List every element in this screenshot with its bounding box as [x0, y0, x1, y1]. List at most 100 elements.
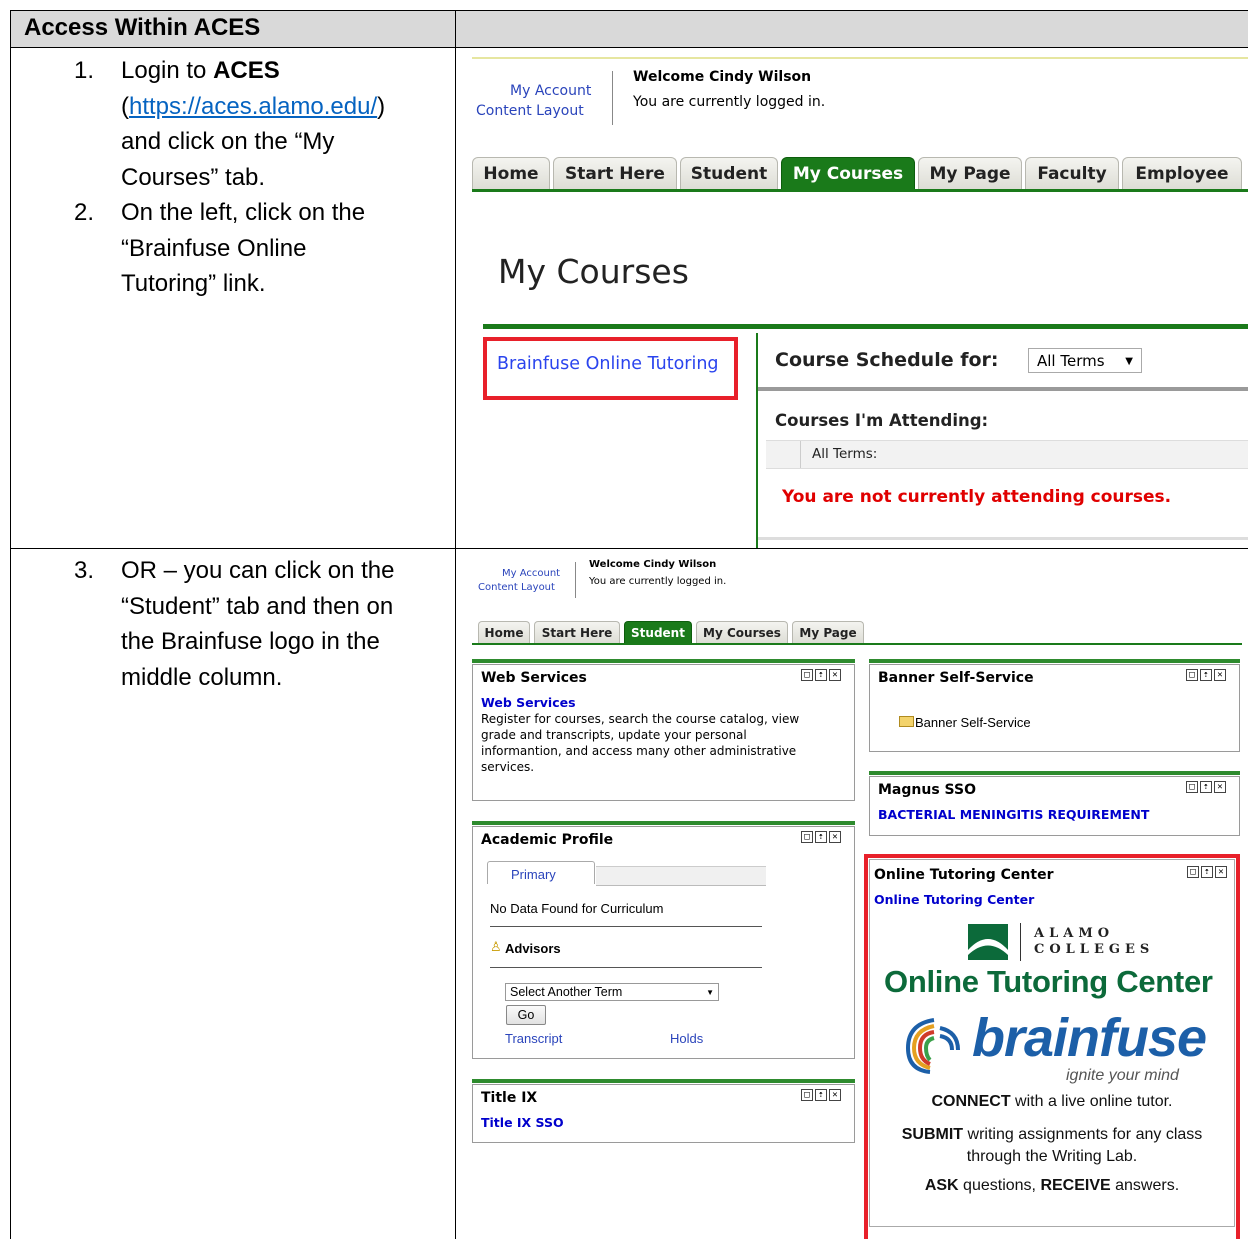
terms-select-value: All Terms	[1037, 352, 1105, 370]
close-icon[interactable]: ✕	[829, 669, 841, 681]
tab-faculty[interactable]: Faculty	[1025, 157, 1119, 191]
left-column-divider	[756, 333, 758, 548]
close-icon[interactable]: ✕	[1214, 669, 1226, 681]
receive-bold: RECEIVE	[1040, 1177, 1111, 1194]
step-text: Tutoring” link.	[121, 270, 266, 297]
all-terms-row-divider	[800, 441, 801, 468]
title-ix-sso-link[interactable]: Title IX SSO	[481, 1115, 564, 1130]
banner-title: Banner Self-Service	[878, 670, 1034, 686]
minimize-icon[interactable]: □	[1187, 866, 1199, 878]
close-icon[interactable]: ✕	[829, 1089, 841, 1101]
shot1-top-rule	[472, 57, 1248, 59]
meningitis-link[interactable]: BACTERIAL MENINGITIS REQUIREMENT	[878, 807, 1149, 822]
ask-bold: ASK	[924, 1177, 959, 1194]
step-text: “Brainfuse Online	[121, 234, 307, 262]
welcome-text: Welcome Cindy Wilson	[633, 69, 812, 85]
tab-primary[interactable]: Primary	[487, 861, 595, 884]
portlet-controls[interactable]: □ ⇡ ✕	[801, 831, 843, 843]
my-account-link[interactable]: My Account	[510, 83, 591, 99]
welcome-text-2: Welcome Cindy Wilson	[589, 559, 717, 570]
logged-in-text: You are currently logged in.	[633, 94, 826, 110]
brainfuse-wordmark[interactable]: brainfuse	[972, 1008, 1207, 1068]
advisors-label: Advisors	[505, 941, 561, 956]
aces-link[interactable]: https://aces.alamo.edu/	[129, 93, 377, 120]
transcript-link[interactable]: Transcript	[505, 1031, 562, 1046]
minimize-icon[interactable]: □	[1186, 781, 1198, 793]
ask-text: questions,	[958, 1177, 1041, 1194]
maximize-icon[interactable]: ⇡	[815, 831, 827, 843]
minimize-icon[interactable]: □	[801, 669, 813, 681]
tab-student[interactable]: Student	[680, 157, 778, 191]
no-data-text: No Data Found for Curriculum	[490, 901, 664, 916]
close-icon[interactable]: ✕	[829, 831, 841, 843]
portlet-controls[interactable]: □ ⇡ ✕	[1186, 669, 1228, 681]
close-icon[interactable]: ✕	[1215, 866, 1227, 878]
portlet-controls[interactable]: □ ⇡ ✕	[1187, 866, 1229, 878]
content-rule	[483, 324, 1248, 329]
courses-attending-label: Courses I'm Attending:	[775, 411, 989, 430]
content-layout-link-2[interactable]: Content Layout	[478, 582, 555, 593]
maximize-icon[interactable]: ⇡	[1200, 669, 1212, 681]
portlet-controls[interactable]: □ ⇡ ✕	[801, 1089, 843, 1101]
step-text: Courses” tab.	[121, 163, 266, 191]
connect-line: CONNECT with a live online tutor.	[870, 1093, 1234, 1111]
tab-my-page[interactable]: My Page	[918, 157, 1022, 191]
receive-text: answers.	[1110, 1177, 1180, 1194]
academic-profile-title: Academic Profile	[481, 832, 614, 848]
maximize-icon[interactable]: ⇡	[1201, 866, 1213, 878]
connect-text: with a live online tutor.	[1010, 1093, 1173, 1110]
advisor-icon: ♙	[490, 940, 502, 955]
desc-line: grade and transcripts, update your perso…	[481, 728, 747, 742]
minimize-icon[interactable]: □	[801, 831, 813, 843]
ask-line: ASK questions, RECEIVE answers.	[870, 1177, 1234, 1195]
brainfuse-head-icon[interactable]	[900, 1010, 966, 1080]
chevron-down-icon: ▼	[1125, 356, 1133, 367]
desc-line: services.	[481, 760, 535, 774]
tab-employee[interactable]: Employee	[1122, 157, 1242, 191]
term-select[interactable]: Select Another Term ▼	[505, 983, 719, 1001]
title-ix-title: Title IX	[481, 1090, 538, 1106]
online-tutoring-heading[interactable]: Online Tutoring Center	[884, 964, 1213, 1000]
maximize-icon[interactable]: ⇡	[1200, 781, 1212, 793]
my-account-link-2[interactable]: My Account	[502, 568, 560, 579]
step-number: 1.	[74, 57, 95, 84]
step-text: “Student” tab and then on	[121, 592, 394, 620]
close-icon[interactable]: ✕	[1214, 781, 1226, 793]
go-button[interactable]: Go	[506, 1005, 546, 1025]
tab-start-here-2[interactable]: Start Here	[534, 621, 620, 644]
terms-select[interactable]: All Terms ▼	[1028, 348, 1142, 373]
table-border-left	[10, 10, 11, 1239]
minimize-icon[interactable]: □	[801, 1089, 813, 1101]
table-border-top	[10, 10, 1248, 11]
step-text: and click on the “My	[121, 128, 335, 155]
banner-self-service-link[interactable]: Banner Self-Service	[915, 715, 1031, 730]
maximize-icon[interactable]: ⇡	[815, 1089, 827, 1101]
content-layout-link[interactable]: Content Layout	[476, 103, 584, 119]
tab-home[interactable]: Home	[472, 157, 550, 191]
tab-home-2[interactable]: Home	[478, 621, 530, 644]
step-text: OR – you can click on the	[121, 557, 395, 584]
divider	[490, 926, 762, 927]
tab-start-here[interactable]: Start Here	[553, 157, 677, 191]
all-terms-label: All Terms:	[812, 446, 878, 462]
tutoring-center-link[interactable]: Online Tutoring Center	[874, 892, 1034, 907]
folder-icon	[899, 716, 914, 727]
tab-my-courses[interactable]: My Courses	[781, 157, 915, 191]
step-text: Login to	[121, 57, 214, 84]
minimize-icon[interactable]: □	[1186, 669, 1198, 681]
maximize-icon[interactable]: ⇡	[815, 669, 827, 681]
tab-student-2[interactable]: Student	[624, 621, 692, 644]
magnus-title: Magnus SSO	[878, 782, 976, 798]
tab-my-courses-2[interactable]: My Courses	[696, 621, 788, 644]
submit-line: SUBMIT writing assignments for any class…	[870, 1124, 1234, 1168]
holds-link[interactable]: Holds	[670, 1031, 703, 1046]
tab-my-page-2[interactable]: My Page	[792, 621, 864, 644]
portlet-controls[interactable]: □ ⇡ ✕	[801, 669, 843, 681]
colleges-text: COLLEGES	[1034, 942, 1155, 957]
account-divider	[612, 71, 613, 125]
portlet-controls[interactable]: □ ⇡ ✕	[1186, 781, 1228, 793]
submit-text: writing assignments for any class	[963, 1126, 1203, 1143]
brainfuse-online-tutoring-link[interactable]: Brainfuse Online Tutoring	[497, 354, 719, 374]
web-services-link[interactable]: Web Services	[481, 695, 576, 710]
alamo-divider	[1020, 923, 1021, 961]
